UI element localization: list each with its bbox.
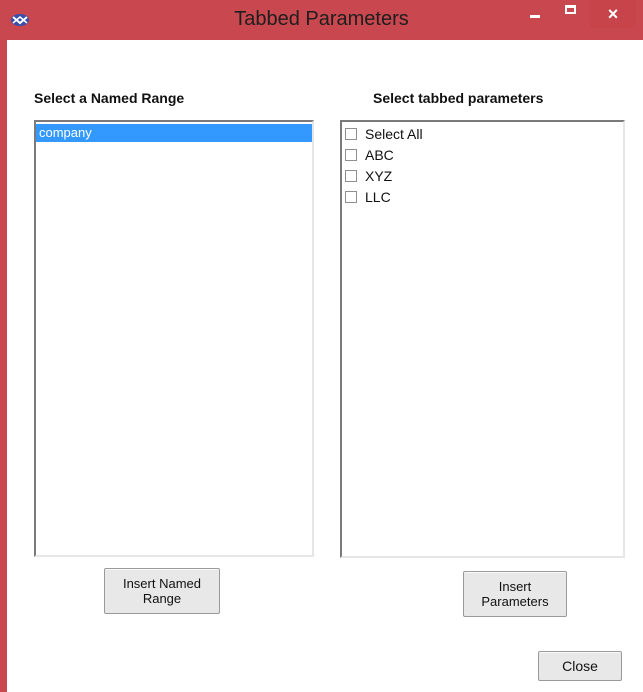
checklist-item-label: LLC — [365, 188, 391, 205]
title-bar[interactable]: Tabbed Parameters × — [0, 0, 643, 40]
close-window-button[interactable]: × — [590, 0, 636, 28]
close-icon: × — [607, 4, 619, 24]
select-all-checkbox[interactable] — [345, 127, 357, 140]
checklist-item-abc[interactable]: ABC — [342, 144, 623, 165]
checklist-item-select-all[interactable]: Select All — [342, 123, 623, 144]
tabbed-parameters-heading: Select tabbed parameters — [373, 90, 544, 106]
insert-parameters-label: Insert Parameters — [481, 579, 549, 609]
xyz-checkbox[interactable] — [345, 169, 357, 182]
insert-parameters-button[interactable]: Insert Parameters — [463, 571, 567, 617]
list-item-company[interactable]: company — [36, 124, 312, 142]
dialog-body: Select a Named Range Select tabbed param… — [7, 40, 643, 692]
insert-named-range-label: Insert Named Range — [122, 576, 202, 606]
named-range-heading: Select a Named Range — [34, 90, 185, 106]
minimize-button[interactable] — [522, 0, 550, 28]
checklist-item-llc[interactable]: LLC — [342, 186, 623, 207]
tabbed-parameters-checklist[interactable]: Select All ABC XYZ LLC — [340, 120, 625, 558]
checklist-item-label: Select All — [365, 125, 423, 142]
named-range-listbox[interactable]: company — [34, 120, 314, 557]
tabbed-parameters-window: Tabbed Parameters × Select a Named Range… — [0, 0, 643, 692]
maximize-button[interactable] — [556, 0, 586, 28]
checklist-item-label: ABC — [365, 146, 394, 163]
llc-checkbox[interactable] — [345, 190, 357, 203]
insert-named-range-button[interactable]: Insert Named Range — [104, 568, 220, 614]
abc-checkbox[interactable] — [345, 148, 357, 161]
checklist-item-xyz[interactable]: XYZ — [342, 165, 623, 186]
close-button-label: Close — [562, 657, 598, 674]
close-button[interactable]: Close — [538, 651, 622, 681]
checklist-item-label: XYZ — [365, 167, 393, 184]
